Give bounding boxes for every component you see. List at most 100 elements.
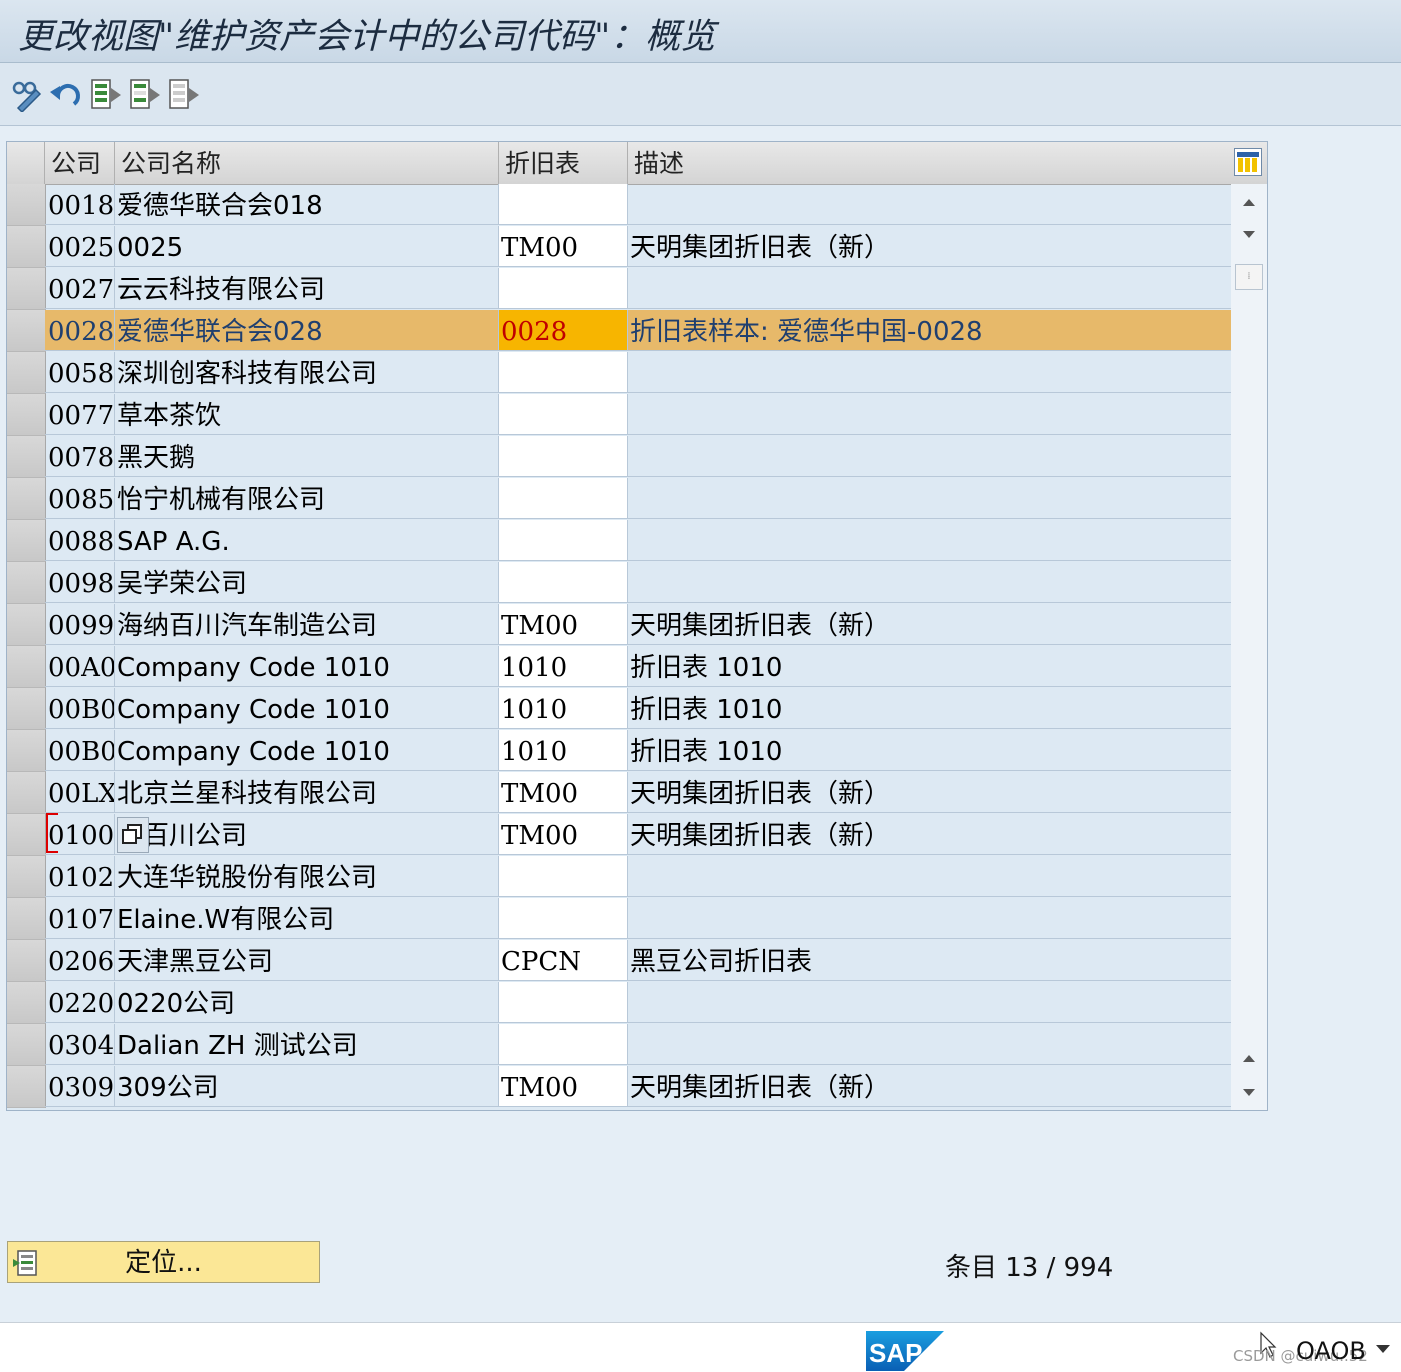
cell-description: 折旧表 1010	[628, 688, 1231, 729]
table-row[interactable]: 00B0 Company Code 1010 1010 折旧表 1010	[7, 688, 1231, 730]
row-selector[interactable]	[7, 688, 46, 730]
row-selector[interactable]	[7, 184, 46, 226]
table-row[interactable]: 0220 0220公司	[7, 982, 1231, 1024]
column-header-company[interactable]: 公司	[45, 142, 115, 184]
table-row[interactable]: 0206 天津黑豆公司 CPCN 黑豆公司折旧表	[7, 940, 1231, 982]
cell-depreciation-chart[interactable]: TM00	[499, 772, 628, 813]
table-row[interactable]: 00LX 北京兰星科技有限公司 TM00 天明集团折旧表（新）	[7, 772, 1231, 814]
cell-depreciation-chart[interactable]: 1010	[499, 730, 628, 771]
cell-depreciation-chart[interactable]	[499, 436, 628, 477]
row-selector[interactable]	[7, 478, 46, 520]
cell-company-code: 00B0	[45, 730, 115, 771]
display-change-icon[interactable]	[10, 78, 44, 114]
table-row[interactable]: 0085 怡宁机械有限公司	[7, 478, 1231, 520]
cell-depreciation-chart[interactable]	[499, 1024, 628, 1065]
scroll-page-down-icon[interactable]	[1241, 1084, 1257, 1100]
row-selector[interactable]	[7, 646, 46, 688]
row-selector[interactable]	[7, 940, 46, 982]
cell-depreciation-chart[interactable]: 1010	[499, 688, 628, 729]
row-selector[interactable]	[7, 268, 46, 310]
table-row[interactable]: 0100 纳百川公司 TM00 天明集团折旧表（新）	[7, 814, 1231, 856]
cell-description: 折旧表 1010	[628, 646, 1231, 687]
select-block-icon[interactable]	[128, 78, 162, 112]
tcode-dropdown-icon[interactable]	[1375, 1343, 1391, 1355]
table-row[interactable]: 0078 黑天鹅	[7, 436, 1231, 478]
cell-depreciation-chart[interactable]	[499, 520, 628, 561]
transaction-code[interactable]: OAOB	[1296, 1337, 1366, 1365]
table-row[interactable]: 0099 海纳百川汽车制造公司 TM00 天明集团折旧表（新）	[7, 604, 1231, 646]
deselect-all-icon[interactable]	[167, 78, 201, 112]
company-code-table: 公司 公司名称 折旧表 描述 0018 爱德华联合会018 0025 0025 TM00…	[6, 141, 1268, 1111]
row-selector[interactable]	[7, 436, 46, 478]
cell-depreciation-chart[interactable]	[499, 898, 628, 939]
cell-company-code: 0077	[45, 394, 115, 435]
column-header-company-name[interactable]: 公司名称	[115, 142, 499, 184]
row-selector[interactable]	[7, 898, 46, 940]
table-row[interactable]: 0088 SAP A.G.	[7, 520, 1231, 562]
sap-logo: SAP	[866, 1331, 944, 1371]
cell-depreciation-chart[interactable]: CPCN	[499, 940, 628, 981]
table-row[interactable]: 0102 大连华锐股份有限公司	[7, 856, 1231, 898]
cell-company-name: Company Code 1010	[115, 646, 499, 687]
row-selector[interactable]	[7, 604, 46, 646]
cell-company-name: Company Code 1010	[115, 688, 499, 729]
column-header-depreciation-chart[interactable]: 折旧表	[499, 142, 628, 184]
column-settings-icon[interactable]	[1234, 148, 1262, 176]
cell-depreciation-chart[interactable]	[499, 352, 628, 393]
row-selector[interactable]	[7, 772, 46, 814]
scroll-down-icon[interactable]	[1241, 226, 1257, 242]
row-selector[interactable]	[7, 310, 46, 352]
table-row[interactable]: 0058 深圳创客科技有限公司	[7, 352, 1231, 394]
cell-depreciation-chart[interactable]: TM00	[499, 604, 628, 645]
scroll-thumb[interactable]: ⁞	[1235, 264, 1263, 290]
cell-depreciation-chart[interactable]	[499, 478, 628, 519]
cell-depreciation-chart[interactable]	[499, 394, 628, 435]
row-selector[interactable]	[7, 982, 46, 1024]
cell-company-code: 0099	[45, 604, 115, 645]
cell-depreciation-chart[interactable]	[499, 982, 628, 1023]
table-row[interactable]: 0309 309公司 TM00 天明集团折旧表（新）	[7, 1066, 1231, 1108]
cell-depreciation-chart[interactable]: 0028	[499, 310, 628, 351]
column-header-description[interactable]: 描述	[628, 142, 1231, 184]
scroll-page-up-icon[interactable]	[1241, 1050, 1257, 1066]
table-row[interactable]: 0027 云云科技有限公司	[7, 268, 1231, 310]
table-row[interactable]: 0077 草本茶饮	[7, 394, 1231, 436]
row-selector[interactable]	[7, 520, 46, 562]
row-selector[interactable]	[7, 814, 46, 856]
table-row[interactable]: 00B0 Company Code 1010 1010 折旧表 1010	[7, 730, 1231, 772]
undo-icon[interactable]	[48, 78, 82, 112]
row-selector[interactable]	[7, 562, 46, 604]
cell-depreciation-chart[interactable]: TM00	[499, 1066, 628, 1107]
cell-description: 天明集团折旧表（新）	[628, 226, 1231, 267]
cell-depreciation-chart[interactable]: 1010	[499, 646, 628, 687]
cell-company-name: 吴学荣公司	[115, 562, 499, 603]
row-selector[interactable]	[7, 1024, 46, 1066]
table-row[interactable]: 0018 爱德华联合会018	[7, 184, 1231, 226]
cell-depreciation-chart[interactable]	[499, 184, 628, 225]
table-row[interactable]: 0028 爱德华联合会028 0028 折旧表样本: 爱德华中国-0028	[7, 310, 1231, 352]
row-selector[interactable]	[7, 1066, 46, 1108]
table-row[interactable]: 0304 Dalian ZH 测试公司	[7, 1024, 1231, 1066]
cell-depreciation-chart[interactable]: TM00	[499, 226, 628, 267]
cell-depreciation-chart[interactable]: TM00	[499, 814, 628, 855]
cell-depreciation-chart[interactable]	[499, 856, 628, 897]
select-all-rows-header[interactable]	[7, 142, 45, 184]
table-row[interactable]: 00A0 Company Code 1010 1010 折旧表 1010	[7, 646, 1231, 688]
entry-counter: 条目 13 / 994	[945, 1253, 1114, 1283]
row-selector[interactable]	[7, 226, 46, 268]
table-row[interactable]: 0107 Elaine.W有限公司	[7, 898, 1231, 940]
table-row[interactable]: 0025 0025 TM00 天明集团折旧表（新）	[7, 226, 1231, 268]
copy-icon[interactable]	[117, 817, 149, 853]
position-button[interactable]: 定位...	[7, 1241, 320, 1283]
cell-depreciation-chart[interactable]	[499, 562, 628, 603]
scroll-up-icon[interactable]	[1241, 194, 1257, 210]
select-all-icon[interactable]	[89, 78, 123, 112]
row-selector[interactable]	[7, 730, 46, 772]
row-selector[interactable]	[7, 394, 46, 436]
row-selector[interactable]	[7, 352, 46, 394]
cell-company-name: 黑天鹅	[115, 436, 499, 477]
cell-depreciation-chart[interactable]	[499, 268, 628, 309]
vertical-scrollbar[interactable]: ⁞	[1231, 184, 1267, 1110]
table-row[interactable]: 0098 吴学荣公司	[7, 562, 1231, 604]
row-selector[interactable]	[7, 856, 46, 898]
